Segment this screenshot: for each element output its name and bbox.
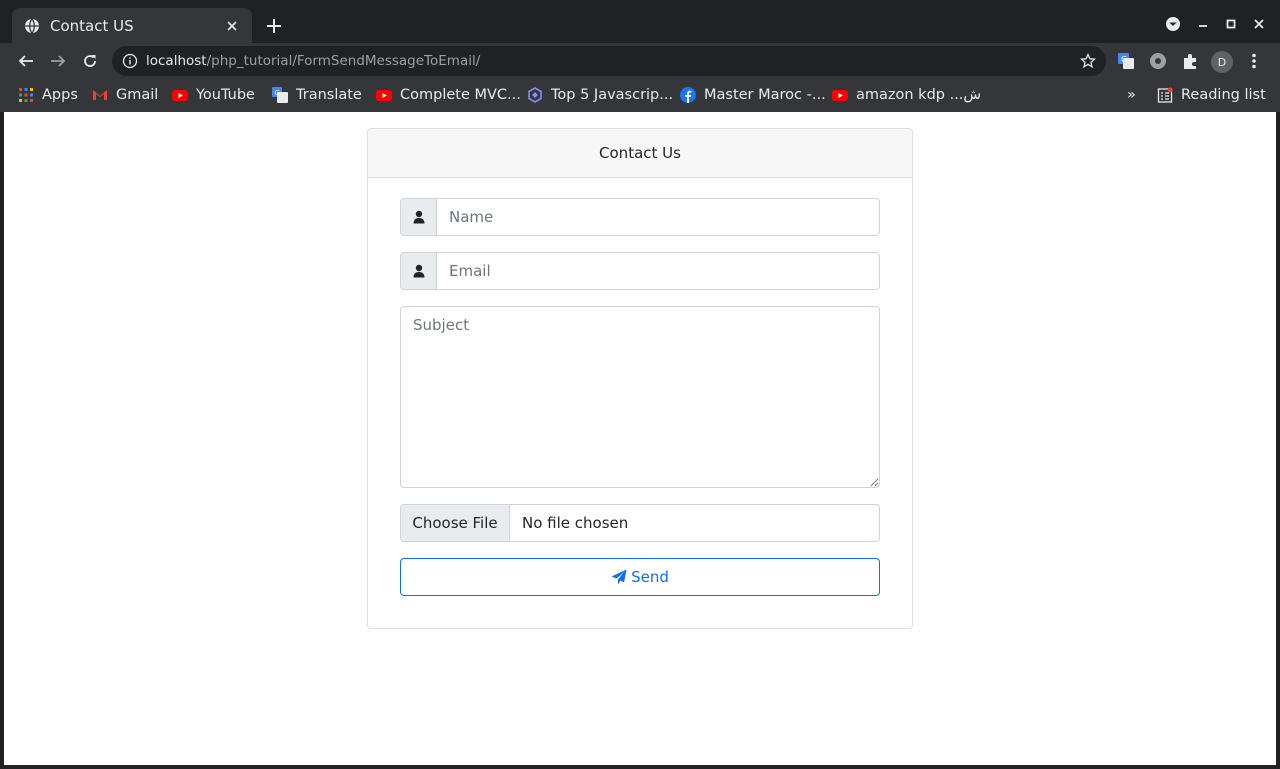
bookmark-label: Master Maroc -... [704, 87, 826, 103]
contact-form-card: Contact Us Choose File No file chosen Se… [367, 128, 913, 629]
bookmark-label: Apps [42, 87, 78, 103]
paper-plane-icon [611, 569, 627, 585]
apps-grid-icon [18, 87, 34, 103]
google-translate-extension-icon[interactable]: G [1116, 51, 1136, 71]
close-tab-icon[interactable] [222, 16, 242, 36]
browser-tab[interactable]: Contact US [12, 8, 252, 43]
menu-kebab-icon[interactable] [1244, 51, 1264, 71]
chevron-double-right-icon: » [1127, 87, 1136, 103]
bookmark-top5-javascript[interactable]: Top 5 Javascrip... [527, 83, 673, 107]
url-path: /php_tutorial/FormSendMessageToEmail/ [206, 53, 481, 69]
url-text[interactable]: localhost/php_tutorial/FormSendMessageTo… [146, 53, 480, 69]
user-icon [400, 198, 437, 236]
bookmark-label: Gmail [116, 87, 159, 103]
name-input[interactable] [437, 198, 880, 236]
page-viewport: Contact Us Choose File No file chosen Se… [4, 112, 1276, 765]
extension-icon [527, 87, 543, 103]
bookmark-translate[interactable]: G Translate [272, 83, 362, 107]
bookmark-star-icon[interactable] [1080, 53, 1096, 69]
file-input[interactable]: Choose File No file chosen [400, 504, 880, 542]
bookmark-label: Complete MVC... [400, 87, 521, 103]
reading-list-button[interactable]: Reading list [1157, 83, 1266, 107]
forward-arrow-icon[interactable] [46, 49, 70, 73]
more-bookmarks-button[interactable]: » [1127, 83, 1136, 107]
choose-file-button[interactable]: Choose File [401, 505, 510, 541]
name-input-group [400, 198, 880, 236]
bookmark-label: Top 5 Javascrip... [551, 87, 674, 103]
profile-avatar[interactable]: D [1211, 51, 1233, 73]
info-icon[interactable] [122, 53, 138, 69]
back-arrow-icon[interactable] [14, 49, 38, 73]
bookmark-youtube[interactable]: YouTube [172, 83, 255, 107]
user-icon [400, 252, 437, 290]
tab-strip: Contact US [0, 0, 1280, 43]
svg-text:G: G [275, 89, 280, 97]
card-title: Contact Us [599, 144, 681, 162]
translate-icon: G [272, 87, 288, 103]
youtube-icon [832, 87, 848, 103]
new-tab-button[interactable] [262, 14, 286, 38]
close-window-icon[interactable] [1249, 14, 1269, 34]
url-host: localhost [146, 53, 207, 69]
puzzle-extensions-icon[interactable] [1180, 51, 1200, 71]
minimize-icon[interactable] [1193, 14, 1213, 34]
youtube-icon [376, 87, 392, 103]
tab-title: Contact US [50, 16, 134, 35]
browser-toolbar: localhost/php_tutorial/FormSendMessageTo… [0, 43, 1280, 79]
bookmark-gmail[interactable]: Gmail [92, 83, 158, 107]
maximize-icon[interactable] [1221, 14, 1241, 34]
bookmark-complete-mvc[interactable]: Complete MVC... [376, 83, 521, 107]
bookmark-amazon-kdp[interactable]: amazon kdp ...ش [832, 83, 981, 107]
email-input[interactable] [437, 252, 880, 290]
svg-text:G: G [1121, 55, 1127, 64]
send-button[interactable]: Send [400, 558, 880, 596]
reload-icon[interactable] [78, 49, 102, 73]
globe-icon [24, 18, 40, 34]
tab-search-icon[interactable] [1163, 14, 1183, 34]
email-input-group [400, 252, 880, 290]
media-extension-icon[interactable] [1148, 51, 1168, 71]
send-button-label: Send [631, 568, 669, 586]
address-bar[interactable]: localhost/php_tutorial/FormSendMessageTo… [112, 46, 1106, 76]
file-status-text: No file chosen [522, 514, 629, 532]
reading-list-label: Reading list [1181, 87, 1266, 103]
bookmark-master-maroc[interactable]: Master Maroc -... [680, 83, 826, 107]
gmail-icon [92, 87, 108, 103]
bookmark-label: amazon kdp ...ش [856, 87, 982, 103]
bookmarks-bar: Apps Gmail YouTube G Translate Complete … [0, 79, 1280, 112]
facebook-icon [680, 87, 696, 103]
bookmark-apps[interactable]: Apps [18, 83, 78, 107]
subject-textarea[interactable] [400, 306, 880, 488]
reading-list-icon [1157, 87, 1173, 103]
bookmark-label: YouTube [196, 87, 255, 103]
card-header: Contact Us [368, 129, 912, 178]
window-border-right [1276, 112, 1280, 769]
bookmark-label: Translate [296, 87, 362, 103]
window-border-bottom [0, 765, 1280, 769]
youtube-icon [172, 87, 188, 103]
